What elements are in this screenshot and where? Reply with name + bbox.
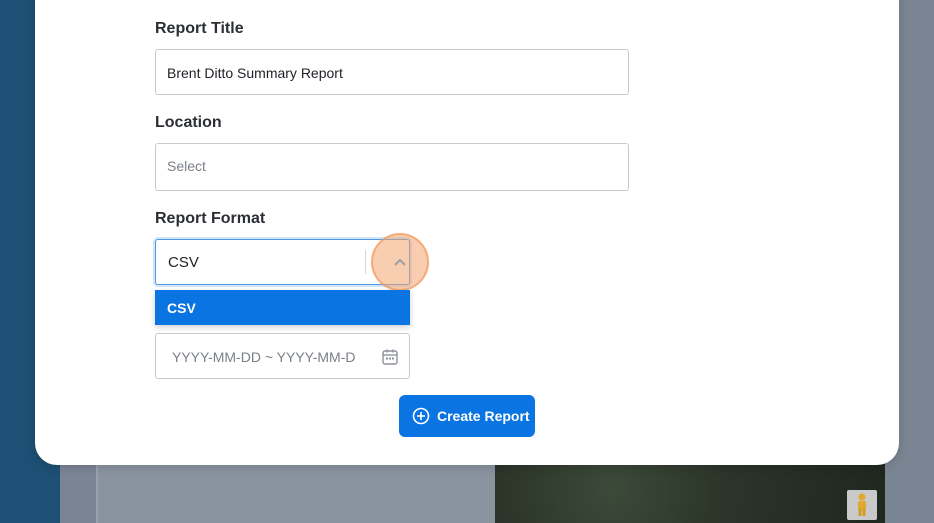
date-range-placeholder: YYYY-MM-DD ~ YYYY-MM-D	[172, 349, 356, 365]
date-range-picker[interactable]: YYYY-MM-DD ~ YYYY-MM-D	[155, 333, 410, 379]
select-separator	[365, 250, 366, 274]
create-report-button[interactable]: Create Report	[399, 395, 535, 437]
report-title-value: Brent Ditto Summary Report	[167, 65, 343, 81]
location-label: Location	[155, 114, 222, 131]
report-format-label: Report Format	[155, 210, 266, 227]
dropdown-option-csv[interactable]: CSV	[155, 290, 410, 325]
location-placeholder: Select	[167, 158, 206, 174]
calendar-icon	[382, 349, 398, 365]
create-report-label: Create Report	[437, 408, 530, 424]
dropdown-option-label: CSV	[167, 300, 196, 316]
plus-circle-icon	[412, 407, 430, 425]
chevron-up-icon[interactable]	[371, 233, 429, 291]
location-select[interactable]: Select	[155, 143, 629, 191]
report-title-input[interactable]: Brent Ditto Summary Report	[155, 49, 629, 95]
pegman-icon[interactable]	[847, 490, 877, 520]
report-title-label: Report Title	[155, 20, 244, 37]
report-format-value: CSV	[168, 254, 199, 271]
